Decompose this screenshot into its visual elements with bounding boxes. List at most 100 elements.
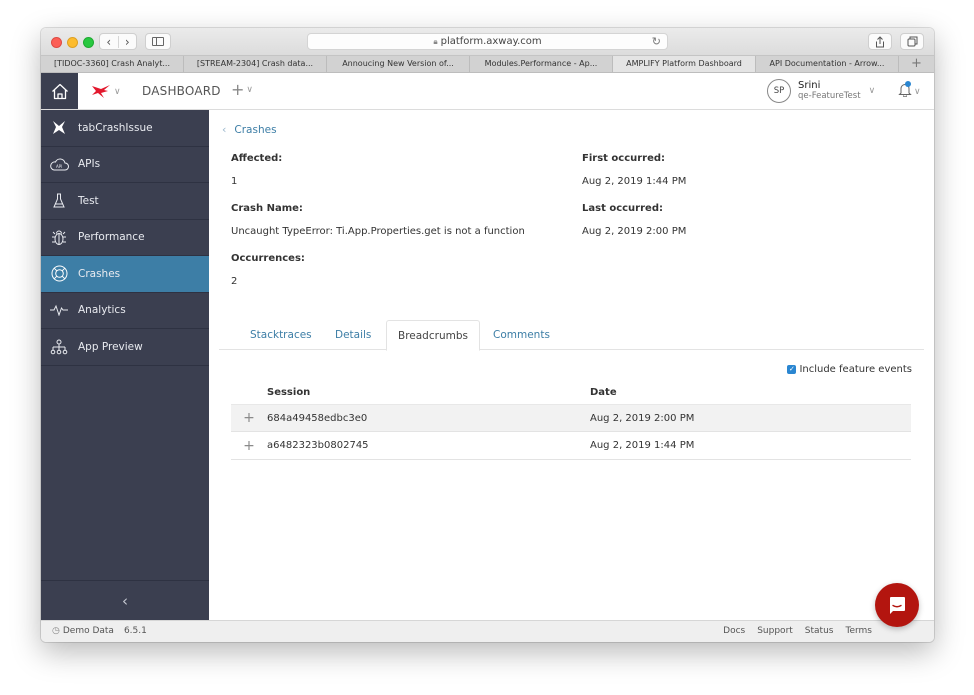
session-date: Aug 2, 2019 1:44 PM (590, 440, 695, 451)
footer-link-support[interactable]: Support (757, 626, 793, 636)
pulse-icon (49, 301, 69, 319)
crash-name-label: Crash Name: (231, 203, 303, 214)
tab-stacktraces[interactable]: Stacktraces (239, 320, 323, 350)
app-header: ∨ DASHBOARD + ∨ SP Srini qe-FeatureTest … (41, 73, 934, 110)
tab-details[interactable]: Details (324, 320, 382, 350)
zoom-window-button[interactable] (83, 37, 94, 48)
titanium-app-icon (49, 119, 69, 137)
sidebar-icon (152, 37, 164, 46)
sidebar-item-crashes[interactable]: Crashes (41, 256, 209, 293)
history-nav: ‹ › (99, 33, 137, 50)
chevron-down-icon: ∨ (914, 86, 921, 97)
app-footer: ◷ Demo Data 6.5.1 Docs Support Status Te… (41, 620, 934, 642)
include-feature-events-checkbox[interactable]: ✓ (787, 365, 797, 374)
column-header-session[interactable]: Session (267, 387, 590, 398)
column-header-date[interactable]: Date (590, 387, 911, 398)
browser-tab[interactable]: API Documentation - Arrow... (756, 56, 899, 72)
include-feature-events-label: Include feature events (799, 364, 912, 375)
home-icon (51, 83, 68, 99)
axway-logo-menu[interactable]: ∨ (91, 82, 121, 102)
axway-logo-icon (92, 85, 110, 98)
back-arrow-icon[interactable]: ‹ (100, 35, 119, 48)
footer-link-status[interactable]: Status (805, 626, 834, 636)
flask-icon (49, 192, 69, 210)
tab-comments[interactable]: Comments (482, 320, 561, 350)
first-occurred-value: Aug 2, 2019 1:44 PM (582, 176, 687, 187)
plus-icon: + (231, 80, 245, 99)
table-header: Session Date (231, 380, 911, 404)
notification-dot (905, 81, 911, 87)
sidebar-item-app-preview[interactable]: App Preview (41, 329, 209, 366)
browser-window: ‹ › 🔒︎ platform.axway.com ↻ [TIDOC-3360] … (41, 28, 934, 642)
last-occurred-label: Last occurred: (582, 203, 663, 214)
bug-icon (49, 228, 69, 246)
table-row[interactable]: + 684a49458edbc3e0 Aug 2, 2019 2:00 PM (231, 404, 911, 432)
browser-tab[interactable]: [TIDOC-3360] Crash Analyt... (41, 56, 184, 72)
user-org: qe-FeatureTest (798, 90, 861, 101)
chevron-left-icon: ‹ (122, 591, 128, 610)
back-to-crashes-link[interactable]: ‹ Crashes (222, 123, 277, 136)
dashboard-link[interactable]: DASHBOARD (142, 84, 221, 98)
sidebar-item-label: Crashes (78, 267, 121, 280)
minimize-window-button[interactable] (67, 37, 78, 48)
address-bar[interactable]: 🔒︎ platform.axway.com ↻ (307, 33, 668, 50)
first-occurred-label: First occurred: (582, 153, 666, 164)
back-link-label: Crashes (234, 123, 277, 136)
home-button[interactable] (41, 73, 78, 109)
browser-tab[interactable]: [STREAM-2304] Crash data... (184, 56, 327, 72)
chevron-down-icon: ∨ (246, 84, 253, 95)
forward-arrow-icon[interactable]: › (119, 36, 137, 48)
footer-link-terms[interactable]: Terms (845, 626, 872, 636)
occurrences-value: 2 (231, 276, 238, 287)
affected-label: Affected: (231, 153, 283, 164)
cloud-api-icon: API (49, 155, 69, 173)
chevron-left-icon: ‹ (222, 123, 227, 136)
clock-icon: ◷ (52, 626, 60, 636)
close-window-button[interactable] (51, 37, 62, 48)
sidebar-item-apis[interactable]: API APIs (41, 147, 209, 183)
browser-tab[interactable]: Modules.Performance - Ap... (470, 56, 613, 72)
sidebar-app-title[interactable]: tabCrashIssue (41, 110, 209, 147)
app-name: tabCrashIssue (78, 121, 153, 134)
sidebar-item-test[interactable]: Test (41, 183, 209, 220)
demo-data-label[interactable]: Demo Data (63, 626, 114, 636)
sidebar-item-label: App Preview (78, 340, 143, 353)
sidebar-toggle-button[interactable] (145, 33, 171, 50)
tab-breadcrumbs[interactable]: Breadcrumbs (386, 320, 480, 351)
browser-tab[interactable]: Annoucing New Version of... (327, 56, 470, 72)
share-button[interactable] (868, 33, 892, 50)
notifications-button[interactable]: ∨ (898, 81, 921, 101)
sidebar-item-label: APIs (78, 158, 101, 171)
browser-tab-active[interactable]: AMPLIFY Platform Dashboard (613, 56, 756, 72)
occurrences-label: Occurrences: (231, 253, 305, 264)
user-menu[interactable]: SP Srini qe-FeatureTest ∨ (767, 79, 875, 103)
version-label: 6.5.1 (123, 626, 147, 636)
reload-icon[interactable]: ↻ (652, 34, 661, 49)
session-date: Aug 2, 2019 2:00 PM (590, 412, 695, 424)
last-occurred-value: Aug 2, 2019 2:00 PM (582, 226, 687, 237)
chat-bubble-icon (890, 597, 905, 614)
new-tab-button[interactable]: + (899, 56, 934, 72)
collapse-sidebar-button[interactable]: ‹ (41, 580, 209, 620)
show-tabs-button[interactable] (900, 33, 924, 50)
include-feature-events-toggle[interactable]: ✓ Include feature events (787, 364, 912, 375)
hierarchy-icon (49, 338, 69, 356)
browser-tab-strip: [TIDOC-3360] Crash Analyt... [STREAM-230… (41, 55, 934, 73)
session-id: a6482323b0802745 (267, 440, 369, 451)
sidebar: tabCrashIssue API APIs Test Performance … (41, 110, 209, 620)
share-icon (876, 35, 884, 47)
sidebar-item-label: Analytics (78, 304, 126, 317)
url-text: platform.axway.com (440, 36, 542, 47)
chevron-down-icon: ∨ (114, 87, 121, 97)
sidebar-item-analytics[interactable]: Analytics (41, 293, 209, 329)
add-menu-button[interactable]: + ∨ (231, 80, 253, 99)
affected-value: 1 (231, 176, 238, 187)
lock-icon: 🔒︎ (433, 37, 438, 46)
sidebar-item-performance[interactable]: Performance (41, 220, 209, 256)
expand-row-plus-icon[interactable]: + (231, 438, 267, 454)
chevron-down-icon: ∨ (868, 86, 876, 96)
chat-support-button[interactable] (875, 583, 919, 627)
expand-row-plus-icon[interactable]: + (231, 410, 267, 426)
table-row[interactable]: + a6482323b0802745 Aug 2, 2019 1:44 PM (231, 432, 911, 460)
footer-link-docs[interactable]: Docs (723, 626, 745, 636)
